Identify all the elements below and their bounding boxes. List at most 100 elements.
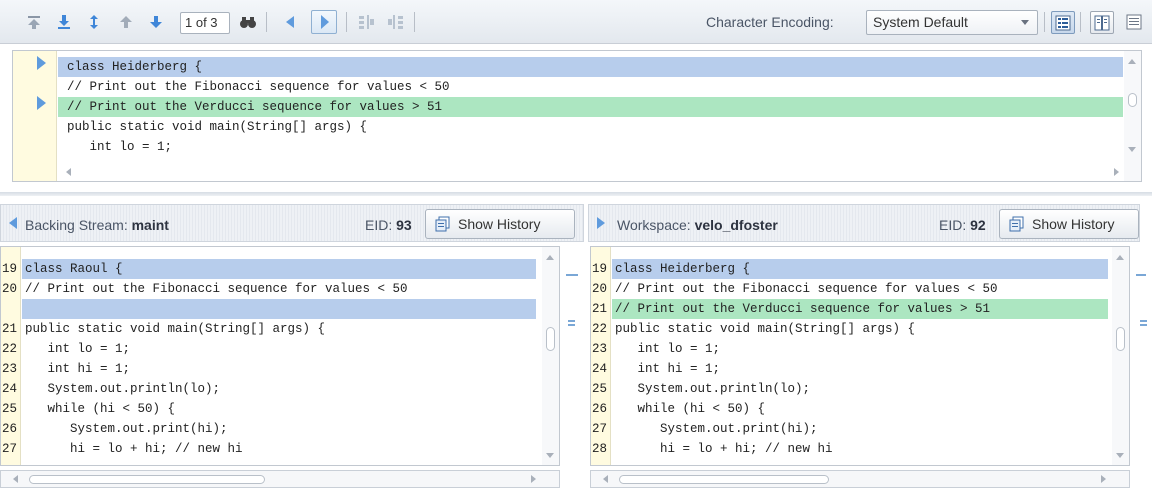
page-indicator[interactable]: 1 of 3 [180, 12, 230, 34]
change-marker-icon[interactable] [37, 96, 46, 110]
code-line: int lo = 1; [615, 342, 721, 356]
prev-change-icon[interactable] [280, 12, 300, 32]
code-line: int hi = 1; [615, 362, 721, 376]
line-number: 19 [2, 262, 18, 276]
expand-icon[interactable] [84, 12, 104, 32]
eid-label: EID: [365, 217, 393, 233]
code-line: int lo = 1; [67, 140, 173, 154]
show-history-label: Show History [458, 216, 541, 232]
binoculars-icon[interactable] [238, 12, 258, 32]
scroll-down-icon[interactable] [546, 453, 554, 458]
merge-result-pane[interactable]: class Heiderberg { // Print out the Fibo… [12, 50, 1142, 182]
line-number: 21 [2, 322, 18, 336]
scroll-right-icon[interactable] [531, 475, 536, 483]
eid-label: EID: [939, 217, 967, 233]
line-number: 23 [592, 342, 608, 356]
code-line: public static void main(String[] args) { [67, 120, 368, 134]
scroll-thumb[interactable] [619, 475, 829, 484]
line-number: 22 [2, 342, 18, 356]
next-change-icon [321, 15, 329, 29]
diff-overview-marker [1136, 274, 1146, 276]
change-marker-icon[interactable] [37, 56, 46, 70]
left-code-area[interactable]: 19 class Raoul { 20 // Print out the Fibona… [0, 246, 560, 466]
first-diff-icon[interactable] [24, 12, 44, 32]
show-history-button[interactable]: Show History [999, 209, 1139, 239]
pane-header: Backing Stream: maint EID: 93 Show Histo… [0, 204, 584, 242]
eid-display: EID: 93 [365, 217, 412, 233]
line-number: 23 [2, 362, 18, 376]
horizontal-scrollbar[interactable] [58, 165, 1124, 179]
scroll-thumb[interactable] [546, 327, 555, 351]
encoding-label: Character Encoding: [706, 14, 834, 30]
scroll-right-icon[interactable] [1101, 475, 1106, 483]
line-number: 26 [2, 422, 18, 436]
line-number: 24 [2, 382, 18, 396]
scroll-up-icon[interactable] [1128, 59, 1136, 64]
toolbar: 1 of 3 Character Encoding: System Defaul… [0, 0, 1152, 44]
diff-equal-marker [568, 320, 575, 326]
line-number: 22 [592, 322, 608, 336]
code-line: while (hi < 50) { [25, 402, 176, 416]
scroll-thumb[interactable] [1128, 93, 1137, 107]
merge-right-icon[interactable] [386, 12, 406, 32]
scroll-down-icon[interactable] [1128, 147, 1136, 152]
vertical-scrollbar[interactable] [1124, 51, 1141, 181]
expand-right-icon[interactable] [596, 216, 606, 230]
scroll-left-icon[interactable] [603, 475, 608, 483]
line-number: 20 [592, 282, 608, 296]
scroll-thumb[interactable] [29, 475, 265, 484]
line-number: 21 [592, 302, 608, 316]
code-line: // Print out the Fibonacci sequence for … [25, 282, 408, 296]
code-line: class Heiderberg { [58, 57, 1123, 77]
toolbar-separator [346, 12, 347, 32]
next-change-button[interactable] [311, 10, 337, 34]
toolbar-separator [1080, 12, 1081, 32]
show-history-button[interactable]: Show History [425, 209, 575, 239]
vertical-scrollbar[interactable] [542, 247, 559, 465]
scroll-down-icon[interactable] [1116, 453, 1124, 458]
horizontal-scrollbar[interactable] [590, 470, 1130, 488]
code-line: // Print out the Verducci sequence for v… [612, 299, 1108, 319]
vertical-scrollbar[interactable] [1112, 247, 1129, 465]
right-code-area[interactable]: 19 class Heiderberg {20 // Print out the F… [590, 246, 1130, 466]
code-line [22, 299, 536, 319]
stream-name: maint [131, 217, 169, 233]
scroll-left-icon[interactable] [13, 475, 18, 483]
collapse-left-icon[interactable] [8, 216, 18, 230]
view-side-by-side-icon [1094, 15, 1110, 30]
code-line: hi = lo + hi; // new hi [615, 442, 833, 456]
code-line: public static void main(String[] args) { [615, 322, 916, 336]
merge-left-icon[interactable] [356, 12, 376, 32]
next-diff-icon[interactable] [146, 12, 166, 32]
line-number: 26 [592, 402, 608, 416]
backing-stream-pane: Backing Stream: maint EID: 93 Show Histo… [0, 200, 584, 492]
pane-splitter[interactable] [0, 192, 1152, 196]
view-side-by-side-button[interactable] [1090, 11, 1114, 34]
code-line: class Heiderberg { [612, 259, 1108, 279]
code-line: int hi = 1; [25, 362, 131, 376]
code-line: class Raoul { [22, 259, 536, 279]
line-number: 25 [592, 382, 608, 396]
toolbar-separator [414, 12, 415, 32]
history-icon [435, 216, 450, 232]
scroll-right-icon[interactable] [1114, 168, 1119, 176]
view-unified-button[interactable] [1051, 11, 1075, 34]
code-line: System.out.println(lo); [25, 382, 221, 396]
code-line: while (hi < 50) { [615, 402, 766, 416]
encoding-select[interactable]: System Default [866, 10, 1038, 35]
code-line: System.out.print(hi); [25, 422, 228, 436]
diff-equal-marker [1140, 320, 1147, 326]
scroll-up-icon[interactable] [546, 255, 554, 260]
code-line: int lo = 1; [25, 342, 131, 356]
stream-label: Backing Stream: [25, 217, 128, 233]
scroll-up-icon[interactable] [1116, 255, 1124, 260]
line-number: 20 [2, 282, 18, 296]
scroll-thumb[interactable] [1116, 327, 1125, 351]
scroll-left-icon[interactable] [66, 168, 71, 176]
download-icon[interactable] [54, 12, 74, 32]
pane-header: Workspace: velo_dfoster EID: 92 Show His… [588, 204, 1140, 242]
line-number: 25 [2, 402, 18, 416]
view-list-icon[interactable] [1124, 12, 1144, 32]
prev-diff-icon[interactable] [116, 12, 136, 32]
horizontal-scrollbar[interactable] [0, 470, 560, 488]
